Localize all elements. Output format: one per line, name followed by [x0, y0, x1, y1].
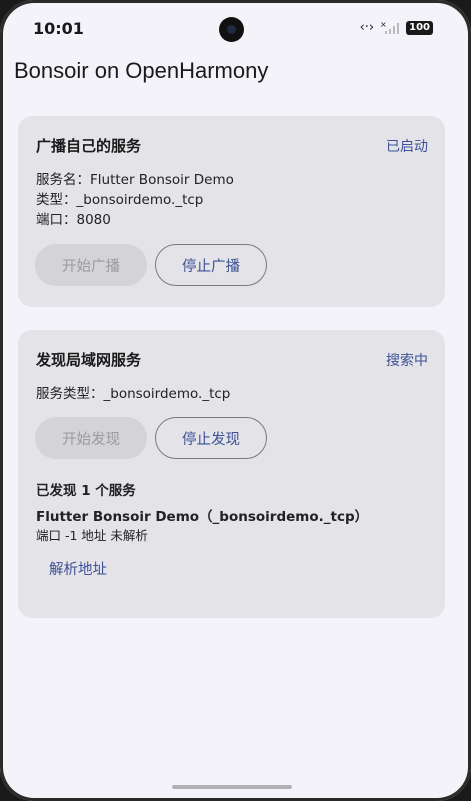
broadcast-service-name: 服务名：Flutter Bonsoir Demo — [36, 172, 234, 188]
broadcast-status: 已启动 — [386, 139, 428, 155]
broadcast-port: 端口：8080 — [36, 212, 111, 228]
broadcast-service-type: 类型：_bonsoirdemo._tcp — [36, 192, 204, 208]
status-time: 10:01 — [33, 19, 84, 38]
discovery-status: 搜索中 — [386, 353, 428, 369]
found-count: 已发现 1 个服务 — [36, 483, 136, 499]
page-title: Bonsoir on OpenHarmony — [14, 58, 269, 83]
battery-icon: 100 — [406, 20, 433, 35]
status-bar: 10:01 ‹·› × 100 — [0, 0, 471, 58]
stop-discovery-button[interactable]: 停止发现 — [155, 417, 267, 459]
found-service-detail: 端口 -1 地址 未解析 — [36, 528, 148, 543]
status-icons: ‹·› × 100 — [360, 20, 433, 35]
resolve-address-button[interactable]: 解析地址 — [49, 558, 107, 579]
discovery-title: 发现局域网服务 — [36, 351, 142, 369]
discovery-service-type: 服务类型：_bonsoirdemo._tcp — [36, 386, 231, 402]
network-icon: ‹·› — [359, 20, 375, 35]
broadcast-card: 广播自己的服务 已启动 服务名：Flutter Bonsoir Demo 类型：… — [18, 116, 445, 307]
phone-screen: 10:01 ‹·› × 100 Bonsoir on OpenHarmony 广… — [0, 0, 471, 801]
start-discovery-button[interactable]: 开始发现 — [35, 417, 147, 459]
signal-icon: × — [380, 20, 400, 35]
home-indicator[interactable] — [172, 785, 292, 789]
stop-broadcast-button[interactable]: 停止广播 — [155, 244, 267, 286]
broadcast-title: 广播自己的服务 — [36, 137, 142, 155]
svg-text:×: × — [380, 21, 387, 29]
front-camera — [219, 17, 244, 42]
found-service-name: Flutter Bonsoir Demo（_bonsoirdemo._tcp） — [36, 509, 369, 525]
discovery-card: 发现局域网服务 搜索中 服务类型：_bonsoirdemo._tcp 开始发现 … — [18, 330, 445, 618]
start-broadcast-button[interactable]: 开始广播 — [35, 244, 147, 286]
